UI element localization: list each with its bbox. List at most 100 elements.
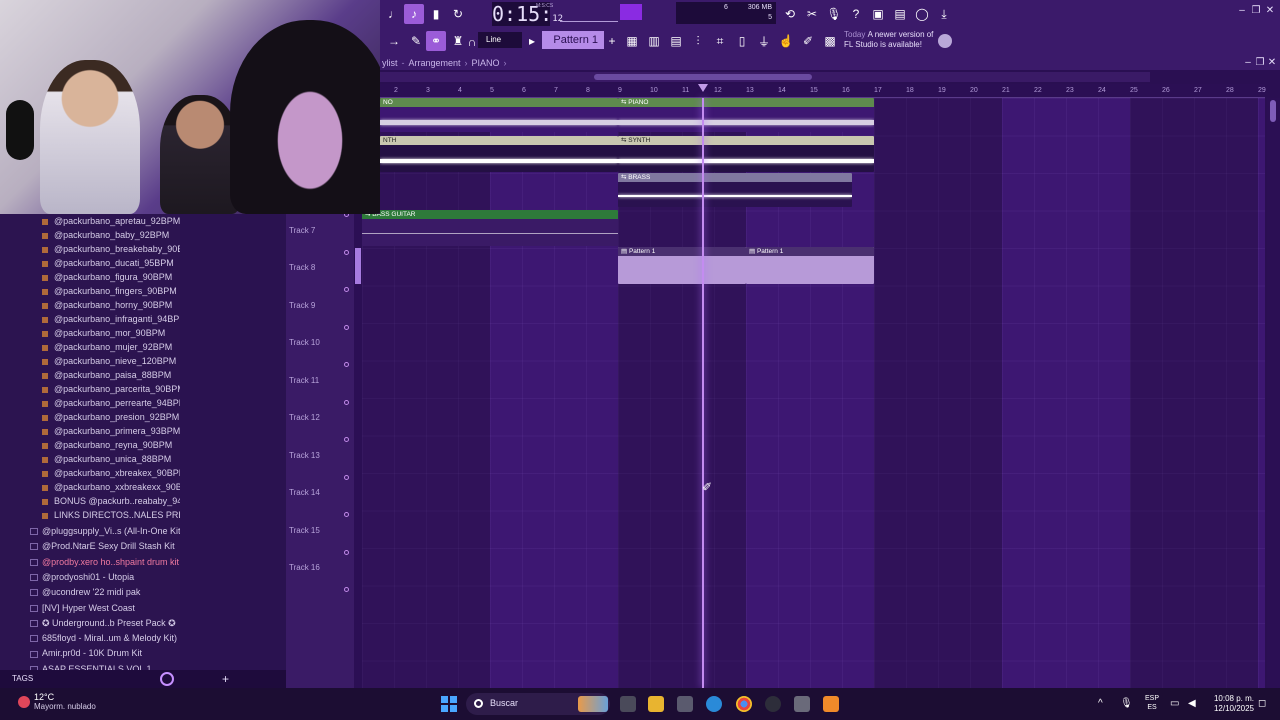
browser-item[interactable]: @packurbano_perrearte_94BPM	[0, 398, 180, 412]
browser-folder[interactable]: @Prod.NtarE Sexy Drill Stash Kit	[0, 541, 180, 555]
vertical-scrollbar[interactable]	[1267, 98, 1280, 688]
ruler-bar-number[interactable]: 23	[1066, 87, 1074, 94]
browser-folder[interactable]: @pluggsupply_Vi..s (All-In-One Kit)	[0, 526, 180, 540]
browser-icon[interactable]: ▯	[732, 31, 752, 51]
ruler-bar-number[interactable]: 17	[874, 87, 882, 94]
track-mute-icon[interactable]	[344, 362, 349, 367]
ruler-bar-number[interactable]: 3	[426, 87, 430, 94]
search-highlight-icon[interactable]	[578, 696, 608, 712]
track-mute-icon[interactable]	[344, 474, 349, 480]
edge-icon[interactable]	[706, 696, 722, 712]
browser-item[interactable]: @packurbano_ducati_95BPM	[0, 258, 180, 272]
tray-chevron-icon[interactable]: ^	[1098, 698, 1110, 710]
browser-item[interactable]: @packurbano_parcerita_90BPM	[0, 384, 180, 398]
browser-item[interactable]: @packurbano_xbreakex_90BPM ★	[0, 468, 180, 482]
undo-icon[interactable]: ⟲	[780, 4, 800, 24]
plug-icon[interactable]: ⏚	[754, 31, 774, 51]
track-mute-icon[interactable]	[344, 324, 349, 330]
language-indicator[interactable]: ESP ES	[1145, 694, 1159, 712]
mixer-icon[interactable]: ▤	[890, 4, 910, 24]
playlist-icon[interactable]: ▦	[622, 31, 642, 51]
weather-widget[interactable]: 12°C Mayorm. nublado	[14, 692, 96, 711]
track-name[interactable]: Track 10	[289, 338, 320, 347]
track-name[interactable]: Track 16	[289, 563, 320, 572]
search-icon[interactable]	[160, 672, 174, 686]
browser-item[interactable]: @packurbano_apretau_92BPM	[0, 216, 180, 230]
task-view-icon[interactable]	[620, 696, 636, 712]
browser-folder[interactable]: 685floyd - Miral..um & Melody Kit)	[0, 633, 180, 647]
update-notice[interactable]: Today A newer version of FL Studio is av…	[844, 30, 933, 50]
browser-item[interactable]: @packurbano_baby_92BPM	[0, 230, 180, 244]
browser-item[interactable]: BONUS @packurb..reababy_94BPM	[0, 496, 180, 510]
volume-icon[interactable]: ◀	[1188, 698, 1200, 710]
browser-item[interactable]: @packurbano_horny_90BPM	[0, 300, 180, 314]
metronome-icon[interactable]: ♩	[384, 4, 404, 24]
ruler-bar-number[interactable]: 11	[682, 87, 689, 94]
clock[interactable]: 10:08 p. m. 12/10/2025	[1206, 694, 1254, 714]
tray-mic-icon[interactable]: 🎙	[1120, 698, 1133, 710]
add-pattern-icon[interactable]: +	[606, 31, 618, 51]
browser-item[interactable]: @packurbano_figura_90BPM	[0, 272, 180, 286]
add-icon[interactable]: +	[222, 672, 229, 686]
magnet-icon[interactable]: ∩	[466, 32, 478, 52]
track-name[interactable]: Track 7	[289, 226, 315, 235]
playlist-restore-icon[interactable]: ❐	[1254, 57, 1266, 69]
playhead-line[interactable]	[702, 98, 704, 688]
browser-item[interactable]: LINKS DIRECTOS..NALES PREMIUMS	[0, 510, 180, 524]
touch-icon[interactable]: ☝	[776, 31, 796, 51]
settings-icon[interactable]	[794, 696, 810, 712]
record-mode-icon[interactable]: ▮	[426, 4, 446, 24]
vertical-scroll-thumb[interactable]	[1270, 100, 1276, 122]
ruler-bar-number[interactable]: 15	[810, 87, 818, 94]
playlist-minimize-icon[interactable]: –	[1242, 57, 1254, 69]
piano-roll-icon[interactable]: ▥	[644, 31, 664, 51]
browser-folder[interactable]: @prodby.xero ho..shpaint drum kit	[0, 557, 180, 571]
pattern-clip-a[interactable]: ▤ Pattern 1	[618, 247, 746, 284]
plugin-icon[interactable]: ⌗	[710, 31, 730, 51]
loop-record-icon[interactable]: ↻	[448, 4, 468, 24]
ruler-bar-number[interactable]: 20	[970, 87, 978, 94]
track-mute-icon[interactable]	[344, 587, 349, 592]
minimize-icon[interactable]: –	[1236, 5, 1248, 17]
browser-item[interactable]: @packurbano_unica_88BPM	[0, 454, 180, 468]
ruler-bar-number[interactable]: 27	[1194, 87, 1202, 94]
track-name[interactable]: Track 8	[289, 263, 315, 272]
track-mute-icon[interactable]	[344, 512, 349, 517]
track-name[interactable]: Track 11	[289, 376, 319, 385]
stamp-tool-icon[interactable]: ♜	[448, 31, 468, 51]
browser-folder[interactable]: @prodyoshi01 - Utopia	[0, 572, 180, 586]
update-globe-icon[interactable]	[938, 34, 952, 48]
ruler-bar-number[interactable]: 29	[1258, 87, 1266, 94]
track-scroll-thumb[interactable]	[355, 248, 361, 284]
cut-icon[interactable]: ✂	[802, 4, 822, 24]
fl-studio-icon[interactable]	[823, 696, 839, 712]
ruler-bar-number[interactable]: 9	[618, 87, 622, 94]
playhead-marker-icon[interactable]	[698, 84, 708, 92]
browser-item[interactable]: @packurbano_infraganti_94BPM	[0, 314, 180, 328]
ruler-bar-number[interactable]: 14	[778, 87, 786, 94]
browser-folder[interactable]: Amir.pr0d - 10K Drum Kit	[0, 648, 180, 662]
browser-item[interactable]: @packurbano_paisa_88BPM	[0, 370, 180, 384]
browser-item[interactable]: @packurbano_primera_93BPM	[0, 426, 180, 440]
audio-clip-brass[interactable]: ⇆ BRASS	[618, 173, 852, 207]
network-icon[interactable]: ▭	[1170, 698, 1184, 710]
track-mute-icon[interactable]	[344, 399, 349, 405]
ruler-bar-number[interactable]: 13	[746, 87, 754, 94]
close-icon[interactable]: ✕	[1264, 5, 1276, 17]
ruler-bar-number[interactable]: 5	[490, 87, 494, 94]
restore-icon[interactable]: ❐	[1250, 5, 1262, 17]
track-name[interactable]: Track 13	[289, 451, 320, 460]
browser-folder[interactable]: @ucondrew '22 midi pak	[0, 587, 180, 601]
browser-item[interactable]: @packurbano_nieve_120BPM	[0, 356, 180, 370]
link-tool-icon[interactable]: ⚭	[426, 31, 446, 51]
download-icon[interactable]: ⤓	[934, 4, 954, 24]
channel-rack-icon[interactable]: ▤	[666, 31, 686, 51]
browser-item[interactable]: @packurbano_mujer_92BPM	[0, 342, 180, 356]
ruler-bar-number[interactable]: 19	[938, 87, 946, 94]
mixer-faders-icon[interactable]: ⫶	[688, 31, 708, 51]
track-name[interactable]: Track 14	[289, 488, 320, 497]
arrow-right-icon[interactable]: →	[384, 31, 404, 51]
brush-icon[interactable]: ✐	[798, 31, 818, 51]
store-icon[interactable]: ▩	[820, 31, 840, 51]
browser-item[interactable]: @packurbano_reyna_90BPM	[0, 440, 180, 454]
